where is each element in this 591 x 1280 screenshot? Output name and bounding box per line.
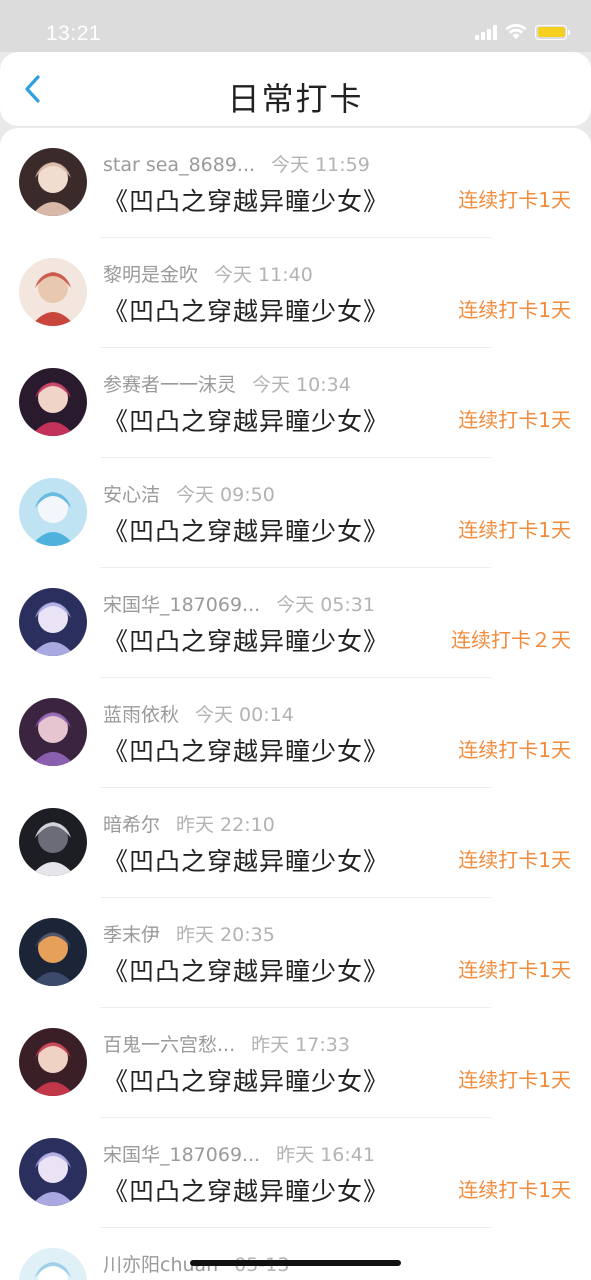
entry-meta: 暗希尔 昨天 22:10	[103, 810, 275, 837]
signal-icon	[475, 24, 497, 40]
streak-label: 连续打卡1天	[458, 408, 571, 432]
home-indicator	[190, 1260, 401, 1266]
list-item[interactable]: 宋国华_187069... 昨天 16:41 《凹凸之穿越异瞳少女》 连续打卡1天	[0, 1118, 591, 1228]
username[interactable]: star sea_8689...	[103, 154, 255, 176]
list-item[interactable]: 宋国华_187069... 今天 05:31 《凹凸之穿越异瞳少女》 连续打卡２天	[0, 568, 591, 678]
username[interactable]: 蓝雨依秋	[103, 704, 179, 726]
status-time: 13:21	[46, 22, 102, 45]
list-item[interactable]: star sea_8689... 今天 11:59 《凹凸之穿越异瞳少女》 连续打…	[0, 128, 591, 238]
username[interactable]: 宋国华_187069...	[103, 1144, 260, 1166]
entry-meta: 安心洁 今天 09:50	[103, 480, 275, 507]
book-title[interactable]: 《凹凸之穿越异瞳少女》	[103, 622, 389, 658]
list-item[interactable]: 蓝雨依秋 今天 00:14 《凹凸之穿越异瞳少女》 连续打卡1天	[0, 678, 591, 788]
checkin-list[interactable]: star sea_8689... 今天 11:59 《凹凸之穿越异瞳少女》 连续打…	[0, 128, 591, 1280]
battery-icon	[535, 24, 570, 40]
avatar[interactable]	[19, 1248, 87, 1280]
list-item[interactable]: 川亦阳chuan05-13	[0, 1228, 591, 1280]
avatar[interactable]	[19, 368, 87, 436]
username[interactable]: 黎明是金吹	[103, 264, 198, 286]
entry-meta: 蓝雨依秋 今天 00:14	[103, 700, 294, 727]
username[interactable]: 暗希尔	[103, 814, 160, 836]
entry-meta: 宋国华_187069... 昨天 16:41	[103, 1140, 375, 1167]
timestamp: 昨天 20:35	[176, 924, 275, 946]
username[interactable]: 季末伊	[103, 924, 160, 946]
entry-meta: 参赛者一一沫灵 今天 10:34	[103, 370, 351, 397]
streak-label: 连续打卡1天	[458, 188, 571, 212]
list-item[interactable]: 参赛者一一沫灵 今天 10:34 《凹凸之穿越异瞳少女》 连续打卡1天	[0, 348, 591, 458]
timestamp: 今天 11:40	[214, 264, 313, 286]
page-title: 日常打卡	[227, 80, 364, 118]
wifi-icon	[505, 24, 527, 39]
list-item[interactable]: 黎明是金吹 今天 11:40 《凹凸之穿越异瞳少女》 连续打卡1天	[0, 238, 591, 348]
book-title[interactable]: 《凹凸之穿越异瞳少女》	[103, 842, 389, 878]
list-item[interactable]: 百鬼一六宫愁... 昨天 17:33 《凹凸之穿越异瞳少女》 连续打卡1天	[0, 1008, 591, 1118]
book-title[interactable]: 《凹凸之穿越异瞳少女》	[103, 1172, 389, 1208]
avatar[interactable]	[19, 808, 87, 876]
book-title[interactable]: 《凹凸之穿越异瞳少女》	[103, 512, 389, 548]
username[interactable]: 安心洁	[103, 484, 160, 506]
book-title[interactable]: 《凹凸之穿越异瞳少女》	[103, 292, 389, 328]
streak-label: 连续打卡1天	[458, 1178, 571, 1202]
avatar[interactable]	[19, 1028, 87, 1096]
book-title[interactable]: 《凹凸之穿越异瞳少女》	[103, 732, 389, 768]
avatar[interactable]	[19, 1138, 87, 1206]
streak-label: 连续打卡1天	[458, 518, 571, 542]
status-bar: 13:21	[0, 0, 591, 52]
timestamp: 今天 10:34	[252, 374, 351, 396]
avatar[interactable]	[19, 148, 87, 216]
entry-meta: 季末伊 昨天 20:35	[103, 920, 275, 947]
status-icons	[475, 24, 570, 40]
book-title[interactable]: 《凹凸之穿越异瞳少女》	[103, 402, 389, 438]
list-item[interactable]: 暗希尔 昨天 22:10 《凹凸之穿越异瞳少女》 连续打卡1天	[0, 788, 591, 898]
avatar[interactable]	[19, 478, 87, 546]
avatar[interactable]	[19, 698, 87, 766]
streak-label: 连续打卡1天	[458, 958, 571, 982]
list-item[interactable]: 安心洁 今天 09:50 《凹凸之穿越异瞳少女》 连续打卡1天	[0, 458, 591, 568]
book-title[interactable]: 《凹凸之穿越异瞳少女》	[103, 182, 389, 218]
streak-label: 连续打卡1天	[458, 848, 571, 872]
username[interactable]: 参赛者一一沫灵	[103, 374, 236, 396]
username[interactable]: 宋国华_187069...	[103, 594, 260, 616]
streak-label: 连续打卡1天	[458, 1068, 571, 1092]
timestamp: 今天 05:31	[276, 594, 375, 616]
timestamp: 昨天 16:41	[276, 1144, 375, 1166]
streak-label: 连续打卡1天	[458, 298, 571, 322]
avatar[interactable]	[19, 918, 87, 986]
avatar[interactable]	[19, 588, 87, 656]
timestamp: 今天 00:14	[195, 704, 294, 726]
list-item[interactable]: 季末伊 昨天 20:35 《凹凸之穿越异瞳少女》 连续打卡1天	[0, 898, 591, 1008]
entry-meta: 百鬼一六宫愁... 昨天 17:33	[103, 1030, 350, 1057]
entry-meta: star sea_8689... 今天 11:59	[103, 150, 370, 177]
entry-meta: 宋国华_187069... 今天 05:31	[103, 590, 375, 617]
book-title[interactable]: 《凹凸之穿越异瞳少女》	[103, 1062, 389, 1098]
username[interactable]: 百鬼一六宫愁...	[103, 1034, 235, 1056]
book-title[interactable]: 《凹凸之穿越异瞳少女》	[103, 952, 389, 988]
timestamp: 昨天 17:33	[251, 1034, 350, 1056]
streak-label: 连续打卡２天	[451, 628, 571, 652]
timestamp: 今天 09:50	[176, 484, 275, 506]
streak-label: 连续打卡1天	[458, 738, 571, 762]
timestamp: 今天 11:59	[271, 154, 370, 176]
nav-bar: 日常打卡	[0, 52, 591, 126]
avatar[interactable]	[19, 258, 87, 326]
entry-meta: 黎明是金吹 今天 11:40	[103, 260, 313, 287]
timestamp: 昨天 22:10	[176, 814, 275, 836]
